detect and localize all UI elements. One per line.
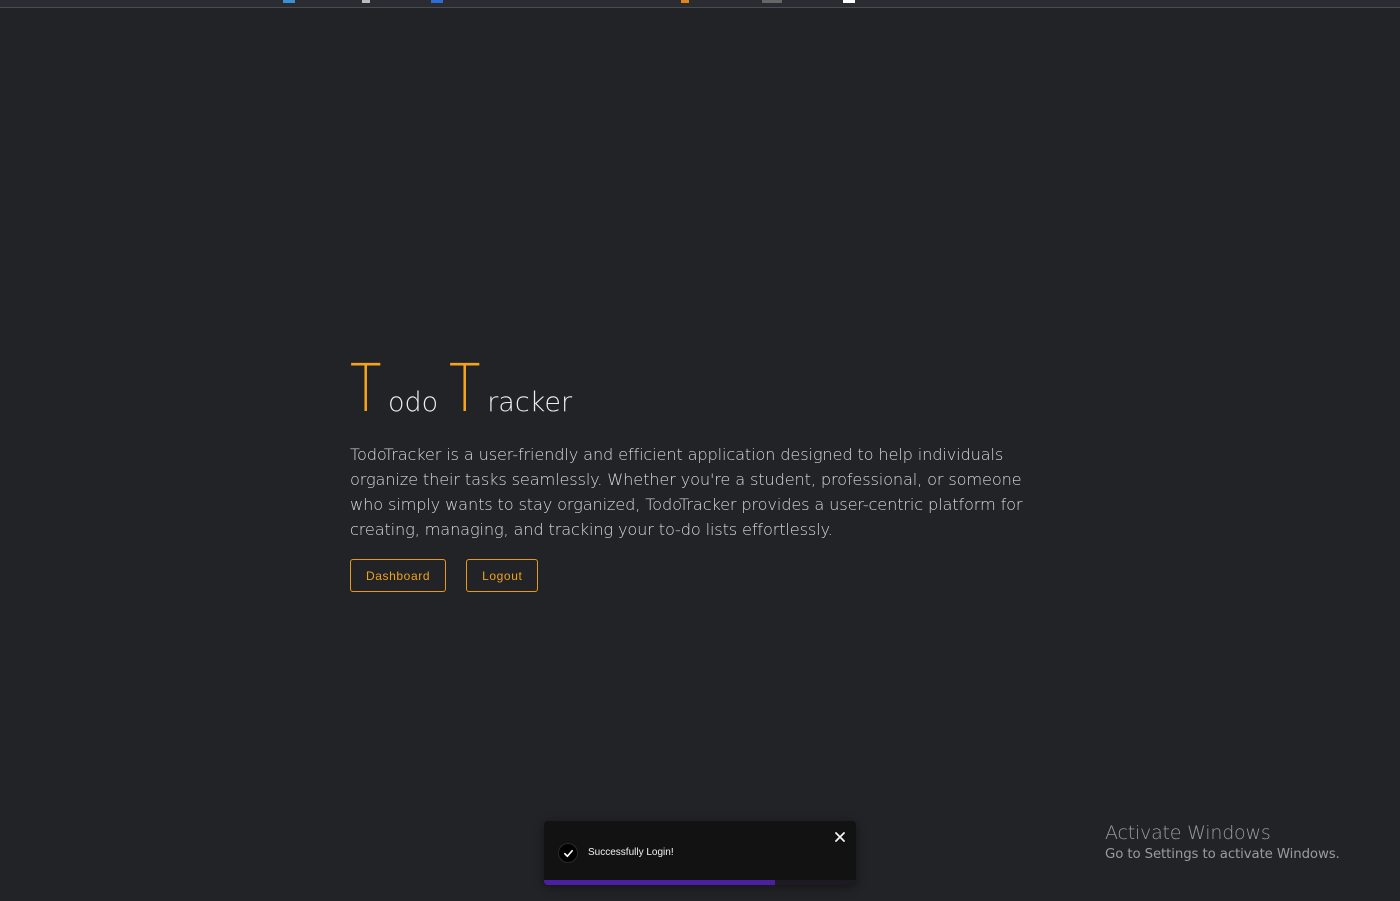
app-title: T odo T racker [350, 356, 1050, 422]
check-circle-icon [558, 843, 578, 863]
toast-progress-bar [544, 880, 775, 885]
title-rest: odo [388, 387, 439, 418]
title-word-tracker: T racker [449, 356, 572, 422]
bookmark-icon[interactable] [843, 0, 855, 3]
title-rest: racker [487, 387, 573, 418]
bookmark-icon[interactable] [283, 0, 295, 3]
title-word-todo: T odo [350, 356, 438, 422]
toast-progress-track [544, 880, 856, 885]
hero-section: T odo T racker TodoTracker is a user-fri… [350, 356, 1050, 592]
logout-button[interactable]: Logout [466, 559, 539, 592]
watermark-subtext: Go to Settings to activate Windows. [1105, 847, 1340, 862]
browser-bookmark-strip [0, 0, 1400, 8]
title-initial: T [350, 350, 382, 427]
hero-actions: Dashboard Logout [350, 559, 1050, 592]
success-toast: Successfully Login! [544, 821, 856, 885]
close-icon[interactable] [832, 829, 848, 845]
windows-activation-watermark: Activate Windows Go to Settings to activ… [1105, 822, 1340, 862]
bookmark-icon[interactable] [681, 0, 689, 3]
bookmark-icon[interactable] [431, 0, 443, 3]
watermark-heading: Activate Windows [1105, 822, 1271, 844]
bookmark-icon[interactable] [362, 0, 370, 3]
app-description: TodoTracker is a user-friendly and effic… [350, 445, 1023, 539]
dashboard-button[interactable]: Dashboard [350, 559, 447, 592]
bookmark-icon[interactable] [762, 0, 782, 3]
title-initial: T [449, 350, 481, 427]
toast-message: Successfully Login! [588, 847, 674, 858]
